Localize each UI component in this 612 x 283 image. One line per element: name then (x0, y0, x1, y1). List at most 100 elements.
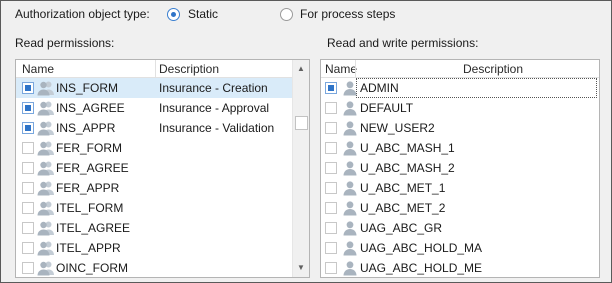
table-row[interactable]: U_ABC_MASH_2 (321, 158, 599, 178)
permission-checkbox[interactable] (325, 262, 337, 274)
readwrite-col-description[interactable]: Description (463, 62, 523, 76)
table-row[interactable]: ADMIN (321, 78, 599, 98)
permission-checkbox[interactable] (22, 262, 34, 274)
row-name: INS_FORM (56, 81, 119, 95)
table-row[interactable]: U_ABC_MET_2 (321, 198, 599, 218)
permission-checkbox[interactable] (325, 182, 337, 194)
permissions-dialog: Authorization object type: Static For pr… (0, 0, 612, 283)
permission-checkbox[interactable] (22, 82, 34, 94)
table-row[interactable]: ITEL_APPR (16, 238, 292, 258)
read-col-description[interactable]: Description (159, 62, 219, 76)
table-row[interactable]: ITEL_FORM (16, 198, 292, 218)
row-name: U_ABC_MASH_1 (360, 141, 455, 155)
user-group-icon (37, 220, 55, 236)
permission-checkbox[interactable] (22, 182, 34, 194)
table-row[interactable]: FER_APPR (16, 178, 292, 198)
radio-process-steps-indicator[interactable] (280, 7, 293, 21)
user-icon (342, 140, 360, 156)
row-description: Insurance - Approval (159, 101, 270, 115)
row-name: ITEL_APPR (56, 241, 121, 255)
table-row[interactable]: INS_AGREE Insurance - Approval (16, 98, 292, 118)
permission-checkbox[interactable] (325, 142, 337, 154)
user-group-icon (37, 120, 55, 136)
permission-checkbox[interactable] (325, 82, 337, 94)
user-group-icon (37, 240, 55, 256)
permission-checkbox[interactable] (325, 102, 337, 114)
scrollbar-thumb[interactable] (295, 116, 308, 130)
table-row[interactable]: INS_APPR Insurance - Validation (16, 118, 292, 138)
row-name: UAG_ABC_HOLD_MA (360, 241, 483, 255)
row-name: FER_FORM (56, 141, 122, 155)
user-icon (342, 200, 360, 216)
read-col-separator[interactable] (155, 60, 156, 78)
row-name: DEFAULT (360, 101, 414, 115)
row-name: U_ABC_MASH_2 (360, 161, 455, 175)
read-grid-header: Name Description (16, 60, 292, 78)
readwrite-grid-rows: ADMIN DEFAULT NEW_USER2 U_ABC_MASH_1 U_ABC_M… (321, 78, 599, 277)
permission-checkbox[interactable] (22, 122, 34, 134)
user-group-icon (37, 260, 55, 276)
scroll-up-icon[interactable]: ▲ (293, 61, 309, 77)
radio-static[interactable]: Static (167, 7, 218, 21)
auth-type-label: Authorization object type: (15, 7, 150, 21)
row-name: UAG_ABC_GR (360, 221, 443, 235)
read-grid-rows: INS_FORM Insurance - Creation INS_AGREE Ins… (16, 78, 292, 277)
row-name: UAG_ABC_HOLD_ME (360, 261, 483, 275)
table-row[interactable]: U_ABC_MASH_1 (321, 138, 599, 158)
permission-checkbox[interactable] (22, 222, 34, 234)
table-row[interactable]: FER_AGREE (16, 158, 292, 178)
table-row[interactable]: FER_FORM (16, 138, 292, 158)
user-group-icon (37, 100, 55, 116)
user-group-icon (37, 80, 55, 96)
permission-checkbox[interactable] (22, 162, 34, 174)
readwrite-col-separator[interactable] (355, 60, 356, 78)
row-name: ITEL_FORM (56, 201, 124, 215)
radio-static-indicator[interactable] (167, 7, 180, 21)
row-name: INS_APPR (56, 121, 116, 135)
radio-process-steps[interactable]: For process steps (280, 7, 395, 21)
row-name: U_ABC_MET_1 (360, 181, 446, 195)
permission-checkbox[interactable] (22, 242, 34, 254)
row-name: U_ABC_MET_2 (360, 201, 446, 215)
readwrite-grid-header: Name Description (321, 60, 599, 78)
user-group-icon (37, 180, 55, 196)
user-group-icon (37, 200, 55, 216)
table-row[interactable]: NEW_USER2 (321, 118, 599, 138)
user-icon (342, 180, 360, 196)
permission-checkbox[interactable] (325, 242, 337, 254)
permission-checkbox[interactable] (22, 102, 34, 114)
table-row[interactable]: ITEL_AGREE (16, 218, 292, 238)
permission-checkbox[interactable] (325, 222, 337, 234)
row-name: ITEL_AGREE (56, 221, 131, 235)
user-icon (342, 240, 360, 256)
user-icon (342, 220, 360, 236)
permission-checkbox[interactable] (325, 202, 337, 214)
row-name: INS_AGREE (56, 101, 125, 115)
table-row[interactable]: U_ABC_MET_1 (321, 178, 599, 198)
readwrite-permissions-grid[interactable]: Name Description ADMIN DEFAULT NEW_USER2 U_… (320, 59, 600, 278)
user-group-icon (37, 160, 55, 176)
table-row[interactable]: UAG_ABC_GR (321, 218, 599, 238)
table-row[interactable]: INS_FORM Insurance - Creation (16, 78, 292, 98)
scroll-down-icon[interactable]: ▼ (293, 260, 309, 276)
radio-process-steps-label: For process steps (300, 7, 396, 21)
table-row[interactable]: UAG_ABC_HOLD_ME (321, 258, 599, 277)
row-name: NEW_USER2 (360, 121, 435, 135)
permission-checkbox[interactable] (325, 162, 337, 174)
table-row[interactable]: DEFAULT (321, 98, 599, 118)
readwrite-permissions-title: Read and write permissions: (327, 36, 479, 50)
read-col-name[interactable]: Name (22, 62, 54, 76)
row-name: FER_APPR (56, 181, 120, 195)
readwrite-col-name[interactable]: Name (325, 62, 357, 76)
row-description: Insurance - Creation (159, 81, 268, 95)
focus-rectangle (356, 78, 597, 98)
permission-checkbox[interactable] (22, 202, 34, 214)
read-grid-scrollbar[interactable]: ▲ ▼ (292, 60, 309, 277)
table-row[interactable]: UAG_ABC_HOLD_MA (321, 238, 599, 258)
table-row[interactable]: OINC_FORM (16, 258, 292, 277)
row-name: FER_AGREE (56, 161, 129, 175)
user-icon (342, 260, 360, 276)
permission-checkbox[interactable] (22, 142, 34, 154)
read-permissions-grid[interactable]: Name Description INS_FORM Insurance - Cre… (15, 59, 310, 278)
permission-checkbox[interactable] (325, 122, 337, 134)
